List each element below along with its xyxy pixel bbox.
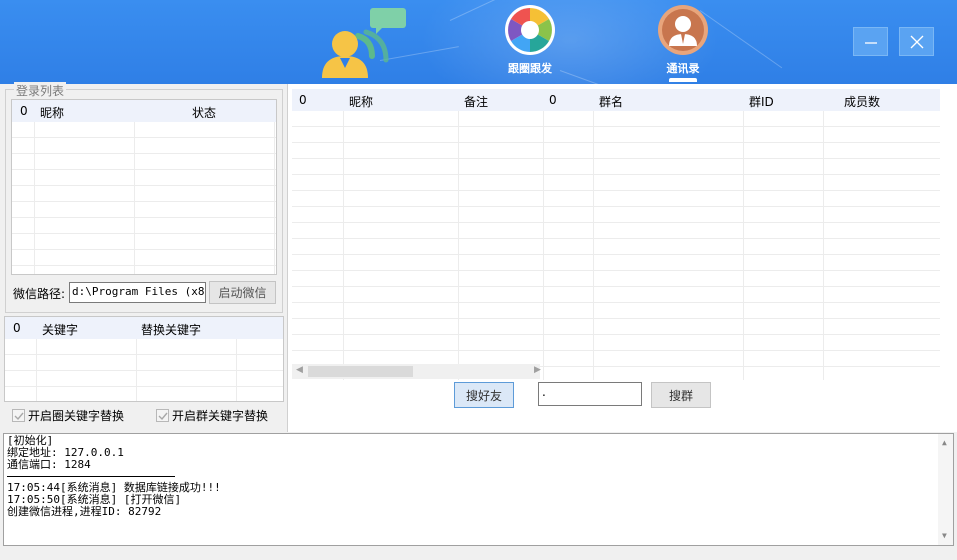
grid-line <box>823 111 824 380</box>
login-list-header: 0 昵称 状态 <box>12 100 276 122</box>
contacts-table-header: 0 昵称 备注 0 群名 群ID 成员数 <box>292 89 940 111</box>
log-vertical-scrollbar[interactable]: ▲ ▼ <box>938 434 953 545</box>
search-friends-button[interactable]: 搜好友 <box>454 382 514 408</box>
log-line: 创建微信进程,进程ID: 82792 <box>7 505 162 518</box>
log-separator <box>7 476 175 477</box>
grid-line <box>34 122 35 274</box>
title-bar: 跟圈跟发 通讯录 <box>0 0 957 84</box>
column-header[interactable]: 关键字 <box>42 321 78 338</box>
contacts-table-rows <box>292 111 940 380</box>
grid-line <box>134 122 135 274</box>
nav-moments-follow[interactable]: 跟圈跟发 <box>498 4 562 82</box>
log-output[interactable]: [初始化] 绑定地址: 127.0.0.1 通信端口: 1284 17:05:4… <box>3 433 954 546</box>
grid-line <box>136 339 137 401</box>
camera-aperture-icon <box>504 4 556 56</box>
scroll-up-icon[interactable]: ▲ <box>942 437 947 449</box>
column-header[interactable]: 群名 <box>599 93 623 110</box>
group-keyword-replace-checkbox[interactable]: 开启群关键字替换 <box>156 407 268 424</box>
keyword-table-rows <box>5 339 283 401</box>
column-header[interactable]: 群ID <box>749 93 774 110</box>
close-button[interactable] <box>899 27 934 56</box>
grid-line <box>743 111 744 380</box>
login-list-table[interactable]: 0 昵称 状态 <box>11 99 277 275</box>
nav-contacts-label: 通讯录 <box>666 62 700 75</box>
wechat-path-label: 微信路径: <box>13 287 66 301</box>
column-header[interactable]: 0 <box>549 93 557 107</box>
column-header[interactable]: 0 <box>13 321 21 335</box>
grid-line <box>274 122 275 274</box>
column-header[interactable]: 备注 <box>464 93 488 110</box>
grid-line <box>593 111 594 380</box>
column-header[interactable]: 状态 <box>192 104 216 121</box>
keyword-table[interactable]: 0 关键字 替换关键字 <box>4 316 284 402</box>
wechat-path-input[interactable]: d:\Program Files (x86)\ <box>69 282 206 303</box>
column-header[interactable]: 成员数 <box>844 93 880 110</box>
close-icon <box>910 35 923 48</box>
contact-person-icon <box>657 4 709 56</box>
scroll-down-icon[interactable]: ▼ <box>942 530 947 542</box>
grid-line <box>543 111 544 380</box>
scroll-left-icon[interactable]: ◀ <box>296 365 303 375</box>
moments-keyword-replace-checkbox[interactable]: 开启圈关键字替换 <box>12 407 124 424</box>
checkbox-check-icon <box>156 409 169 422</box>
active-tab-indicator <box>669 78 697 82</box>
minimize-button[interactable] <box>853 27 888 56</box>
grid-line <box>343 111 344 380</box>
login-list-rows <box>12 122 276 274</box>
log-line: [初始化] <box>7 434 54 447</box>
log-line: 绑定地址: 127.0.0.1 <box>7 446 124 459</box>
search-input[interactable]: . <box>538 382 642 406</box>
user-chat-logo-icon <box>318 6 410 82</box>
moments-keyword-replace-label: 开启圈关键字替换 <box>28 409 125 423</box>
log-line: 通信端口: 1284 <box>7 458 91 471</box>
login-list-legend: 登录列表 <box>14 82 67 99</box>
contacts-horizontal-scrollbar[interactable]: ◀ ▶ <box>292 364 541 379</box>
scrollbar-thumb[interactable] <box>308 366 413 377</box>
nav-contacts[interactable]: 通讯录 <box>651 4 715 82</box>
grid-line <box>458 111 459 380</box>
column-header[interactable]: 昵称 <box>40 104 64 121</box>
minimize-icon <box>864 41 877 44</box>
column-header[interactable]: 0 <box>299 93 307 107</box>
scroll-right-icon[interactable]: ▶ <box>534 365 541 375</box>
group-keyword-replace-label: 开启群关键字替换 <box>172 409 269 423</box>
checkbox-check-icon <box>12 409 25 422</box>
column-header[interactable]: 0 <box>20 104 28 118</box>
column-header[interactable]: 替换关键字 <box>141 321 201 338</box>
keyword-table-header: 0 关键字 替换关键字 <box>5 317 283 339</box>
column-header[interactable]: 昵称 <box>349 93 373 110</box>
nav-moments-follow-label: 跟圈跟发 <box>508 62 552 75</box>
contacts-table[interactable]: 0 昵称 备注 0 群名 群ID 成员数 <box>292 89 940 380</box>
start-wechat-button[interactable]: 启动微信 <box>209 281 276 304</box>
grid-line <box>36 339 37 401</box>
search-groups-button[interactable]: 搜群 <box>651 382 711 408</box>
grid-line <box>236 339 237 401</box>
